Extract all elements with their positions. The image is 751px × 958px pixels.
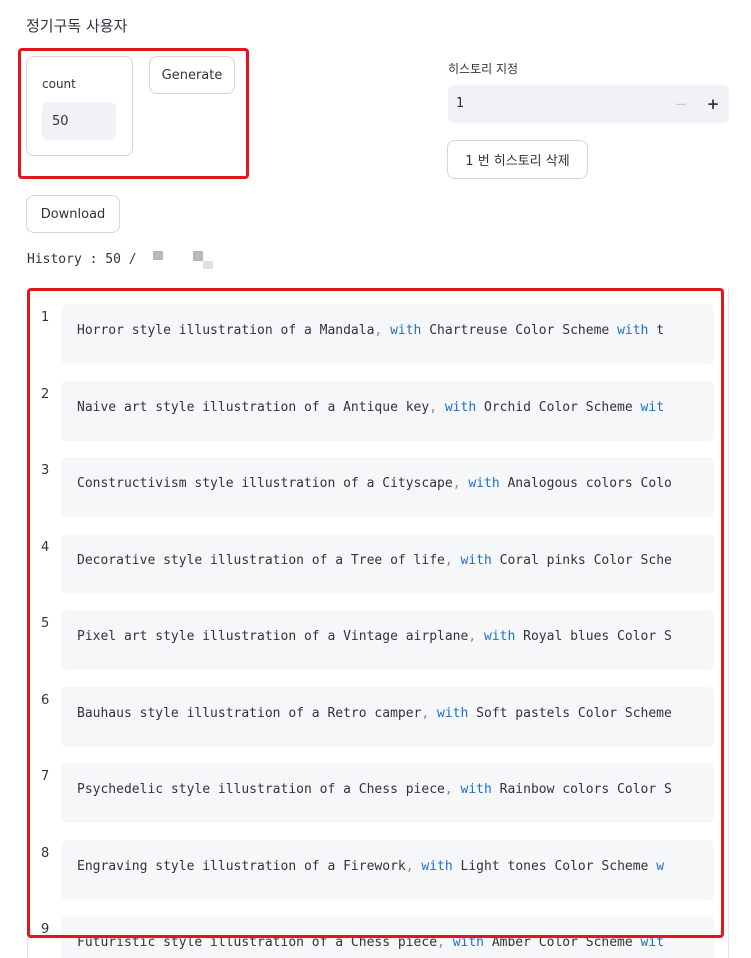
history-selector-label: 히스토리 지정 (448, 62, 519, 76)
generate-button[interactable]: Generate (149, 56, 235, 94)
redacted-pixel (203, 261, 213, 269)
count-card: count (26, 56, 133, 156)
stepper-minus-button[interactable]: − (667, 85, 695, 123)
history-count: History : 50 / (27, 252, 137, 267)
stepper-plus-button[interactable]: + (699, 85, 727, 123)
highlight-frame-list (27, 288, 724, 938)
redacted-pixel (153, 251, 163, 260)
count-label: count (42, 77, 76, 91)
history-stepper-value[interactable]: 1 (456, 85, 464, 123)
redacted-pixel (193, 251, 203, 261)
delete-history-button[interactable]: 1 번 히스토리 삭제 (447, 140, 588, 179)
count-input[interactable] (42, 102, 116, 140)
download-button[interactable]: Download (26, 195, 120, 233)
history-stepper: 1 − + (448, 85, 729, 123)
page-title: 정기구독 사용자 (26, 17, 128, 35)
